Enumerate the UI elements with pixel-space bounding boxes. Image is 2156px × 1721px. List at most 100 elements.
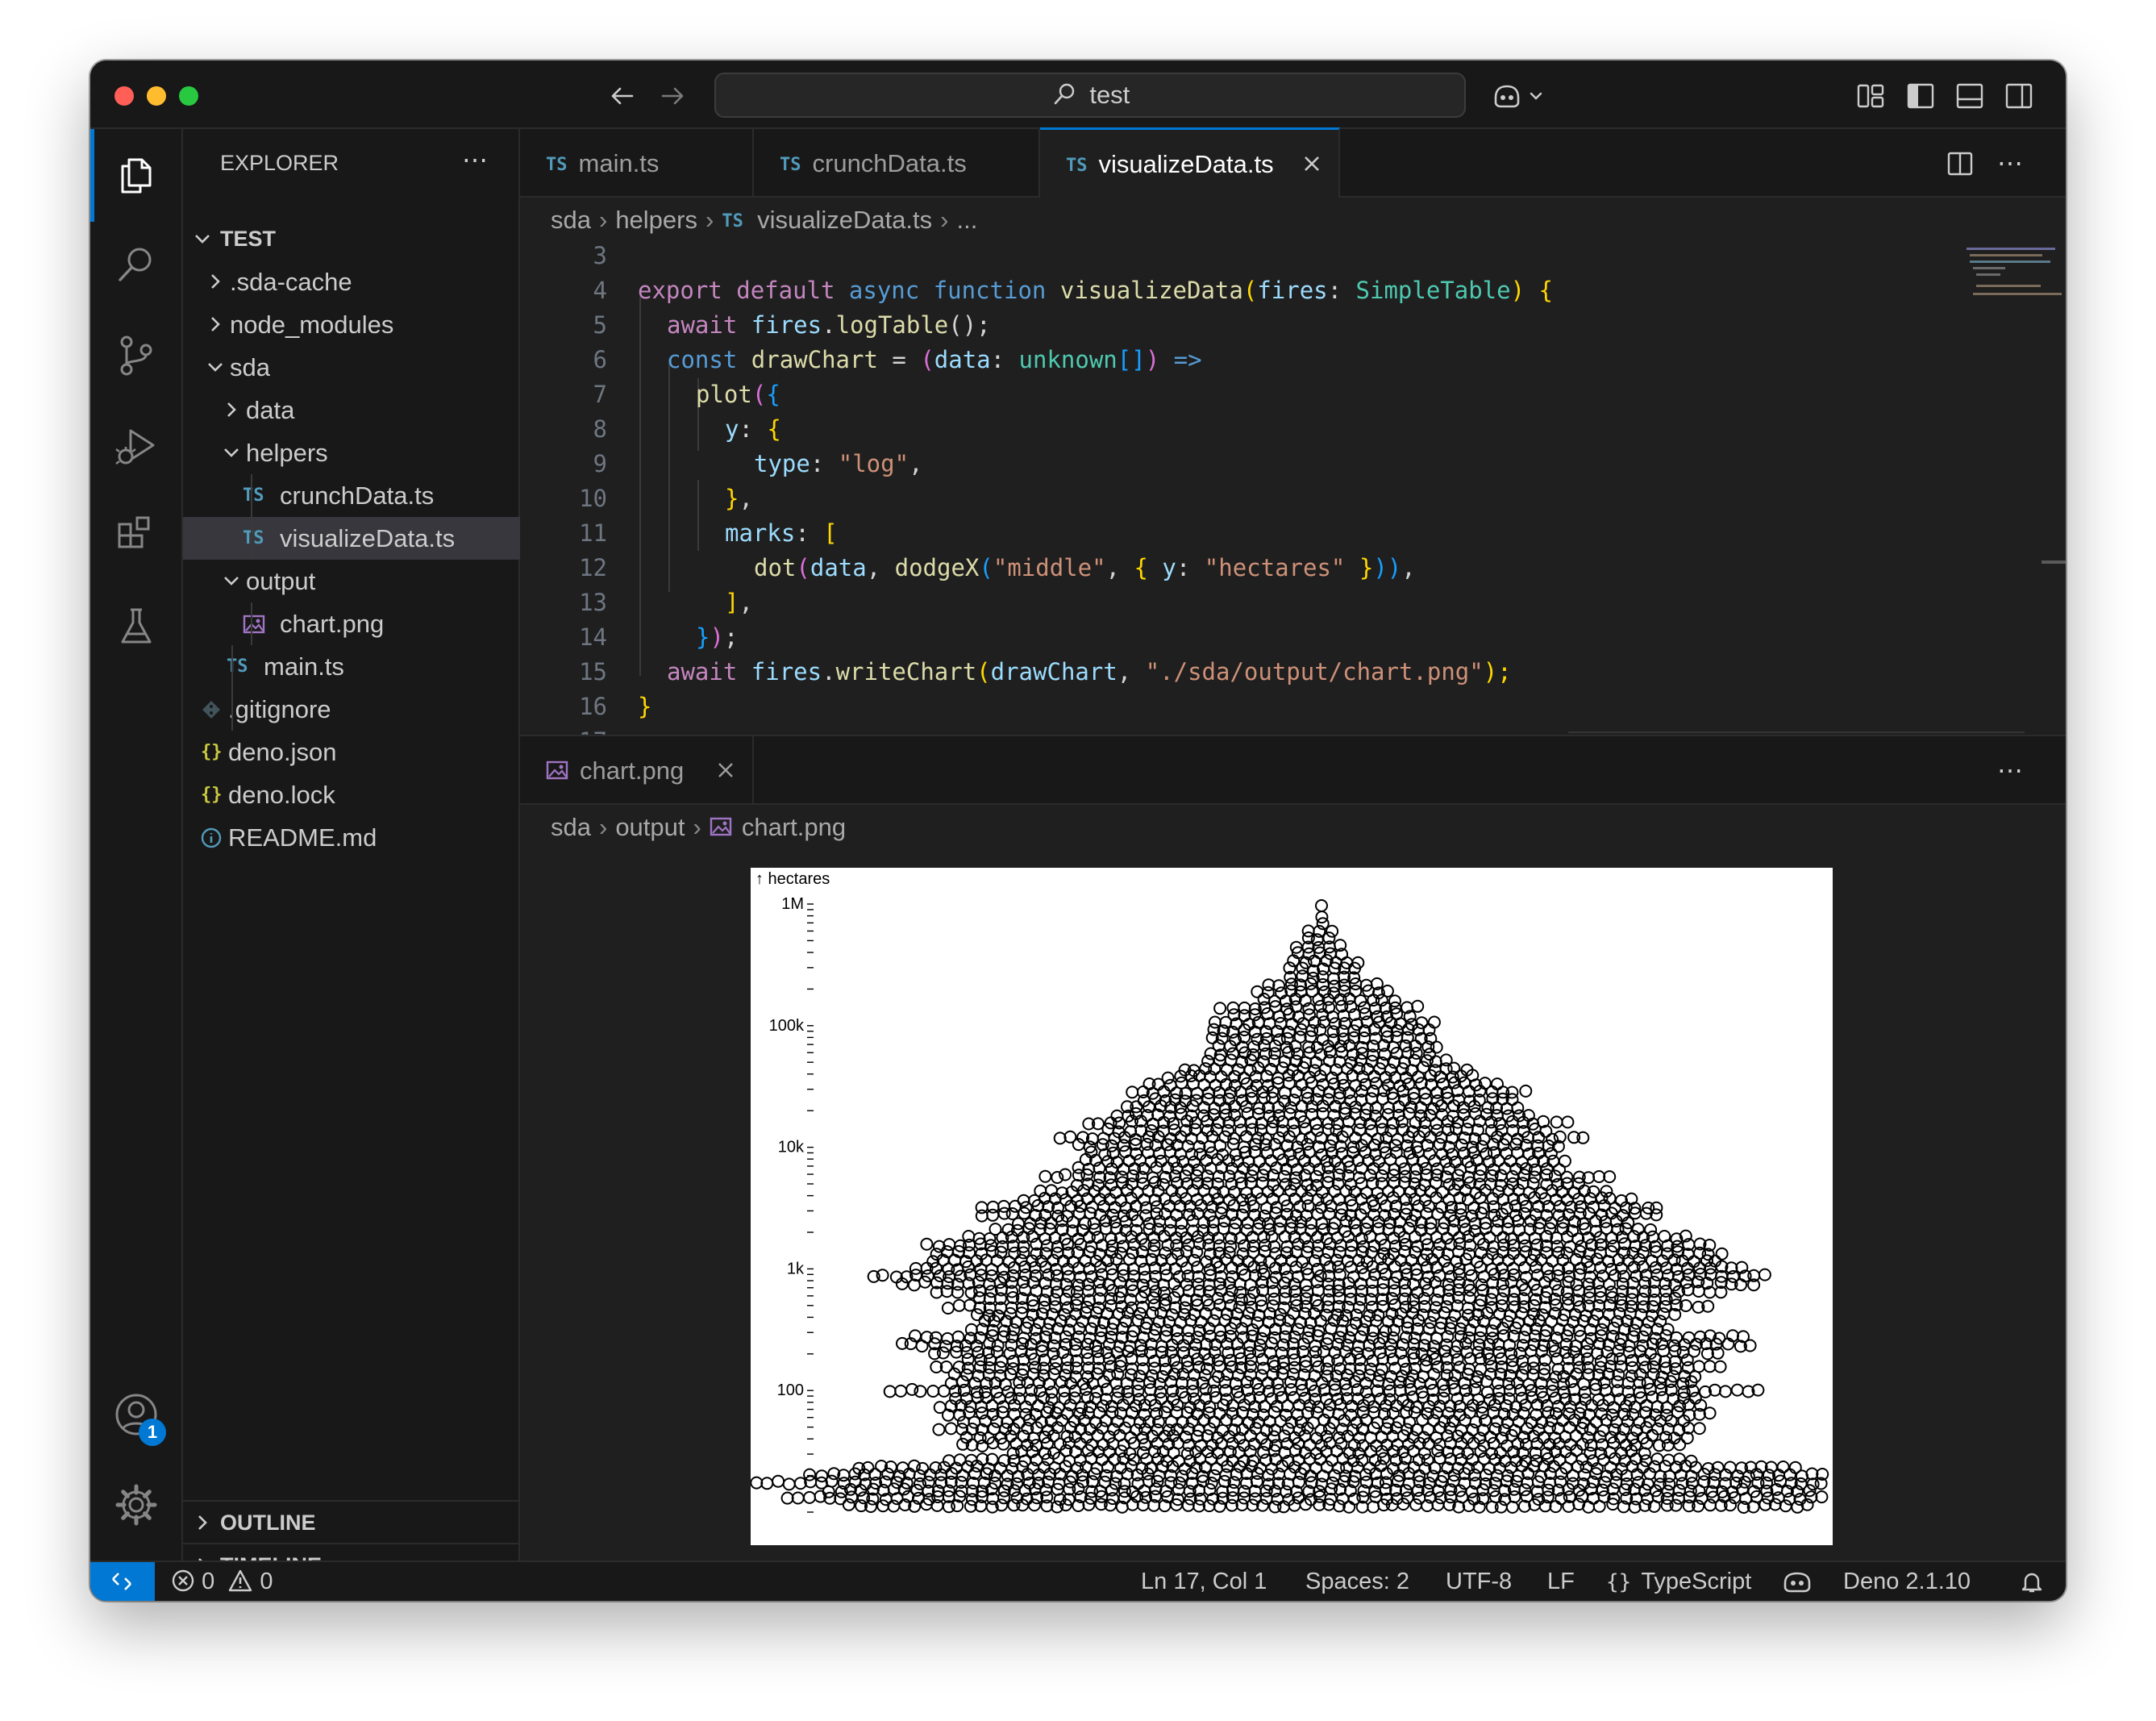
tree-item[interactable]: .gitignore	[183, 688, 520, 731]
toggle-panel-icon[interactable]	[1954, 80, 1986, 112]
chart-image[interactable]: ↑ hectares 1M 100k 10k 1k 100	[751, 868, 1833, 1545]
close-icon[interactable]	[1301, 153, 1322, 174]
tree-item[interactable]: README.md	[183, 816, 520, 859]
extensions-icon[interactable]	[113, 513, 160, 560]
tab-main-ts[interactable]: TS main.ts	[520, 129, 754, 198]
problems-indicator[interactable]: 0 0	[171, 1562, 273, 1601]
encoding[interactable]: UTF-8	[1446, 1562, 1512, 1601]
tree-item[interactable]: TS visualizeData.ts	[183, 517, 520, 560]
data-dot	[1815, 1490, 1829, 1504]
arrow-right-icon[interactable]	[656, 80, 689, 112]
data-dot	[1596, 1453, 1610, 1467]
data-dot	[1760, 1476, 1773, 1490]
timeline-section[interactable]: TIMELINE	[183, 1543, 520, 1577]
data-dot	[1226, 1001, 1240, 1015]
data-dot	[1758, 1268, 1771, 1281]
explorer-icon[interactable]	[113, 152, 160, 198]
breadcrumb-item[interactable]: sda	[551, 813, 591, 841]
tree-item[interactable]: data	[183, 389, 520, 431]
line-number: 13	[579, 589, 607, 616]
tree-item[interactable]: TS crunchData.ts	[183, 474, 520, 517]
deno-version[interactable]: Deno 2.1.10	[1843, 1562, 1971, 1601]
language-mode[interactable]: {} TypeScript	[1606, 1562, 1751, 1601]
breadcrumb-item[interactable]: output	[615, 813, 685, 841]
tree-item[interactable]: chart.png	[183, 602, 520, 645]
end-of-line[interactable]: LF	[1547, 1562, 1575, 1601]
minimize-window-button[interactable]	[147, 86, 166, 106]
y-tick-label: 1M	[781, 895, 804, 913]
search-icon[interactable]	[113, 242, 160, 289]
data-dot	[1461, 1302, 1475, 1315]
braces-icon: {}	[1606, 1570, 1632, 1594]
tab-chart-png[interactable]: chart.png	[520, 736, 754, 805]
tree-item[interactable]: .sda-cache	[183, 260, 520, 303]
data-dot	[1692, 1422, 1706, 1436]
source-control-icon[interactable]	[113, 332, 160, 379]
bell-icon[interactable]	[2020, 1570, 2044, 1594]
data-dot	[1636, 1292, 1650, 1306]
zoom-window-button[interactable]	[179, 86, 198, 106]
panel-more-actions-icon[interactable]: ⋯	[1994, 754, 2026, 786]
tree-item[interactable]: node_modules	[183, 303, 520, 346]
tree-item[interactable]: helpers	[183, 431, 520, 474]
data-dot	[1208, 1469, 1222, 1482]
data-dot	[1546, 1385, 1559, 1398]
editor-more-actions-icon[interactable]: ⋯	[1994, 147, 2026, 179]
copilot-icon[interactable]	[1491, 80, 1547, 112]
breadcrumb-item[interactable]: visualizeData.ts	[757, 206, 932, 234]
split-editor-icon[interactable]	[1945, 148, 1975, 179]
image-file-icon	[546, 760, 568, 780]
minimap[interactable]	[1963, 244, 2066, 309]
tree-item[interactable]: {} deno.json	[183, 731, 520, 773]
data-dot	[1201, 1054, 1215, 1068]
run-debug-icon[interactable]	[113, 423, 160, 469]
breadcrumb-item[interactable]: sda	[551, 206, 591, 234]
arrow-left-icon[interactable]	[606, 80, 639, 112]
data-dot	[926, 1385, 940, 1398]
data-dot	[1638, 1447, 1651, 1461]
gear-icon[interactable]	[113, 1481, 160, 1528]
tree-item[interactable]: {} deno.lock	[183, 773, 520, 816]
toggle-primary-sidebar-icon[interactable]	[1904, 80, 1937, 112]
data-dot	[1650, 1452, 1664, 1466]
remote-indicator[interactable]	[90, 1562, 155, 1601]
data-dot	[1474, 1362, 1488, 1376]
copilot-icon[interactable]	[1781, 1569, 1813, 1595]
data-dot	[1735, 1482, 1749, 1496]
data-dot	[803, 1468, 817, 1481]
data-dot	[1365, 1124, 1379, 1138]
y-axis-label: ↑ hectares	[755, 870, 830, 888]
code-line-14: });	[696, 623, 739, 651]
close-window-button[interactable]	[114, 86, 134, 106]
outline-section[interactable]: OUTLINE	[183, 1500, 520, 1542]
data-dot	[1634, 1308, 1648, 1322]
tree-item[interactable]: TS main.ts	[183, 645, 520, 688]
breadcrumb-item[interactable]: helpers	[615, 206, 697, 234]
testing-icon[interactable]	[113, 603, 160, 650]
tree-root[interactable]: TEST	[183, 218, 520, 260]
more-actions-icon[interactable]: ⋯	[459, 144, 491, 176]
breadcrumb-item[interactable]: chart.png	[742, 813, 846, 841]
data-dot	[1165, 1308, 1179, 1322]
tab-visualizedata-ts[interactable]: TS visualizeData.ts	[1040, 127, 1340, 198]
code-line-13: ],	[725, 589, 753, 616]
tree-item[interactable]: output	[183, 560, 520, 602]
data-dot	[1692, 1360, 1706, 1373]
close-icon[interactable]	[715, 760, 736, 781]
data-dot	[1037, 1391, 1051, 1405]
tree-item[interactable]: sda	[183, 346, 520, 389]
accounts-badge: 1	[139, 1419, 166, 1446]
tab-crunchdata-ts[interactable]: TS crunchData.ts	[754, 129, 1040, 198]
customize-layout-icon[interactable]	[1854, 80, 1887, 112]
indentation[interactable]: Spaces: 2	[1305, 1562, 1409, 1601]
data-dot	[1679, 1276, 1693, 1290]
data-dot	[1657, 1307, 1671, 1321]
cursor-position[interactable]: Ln 17, Col 1	[1141, 1562, 1267, 1601]
line-number: 17	[520, 724, 607, 735]
toggle-secondary-sidebar-icon[interactable]	[2003, 80, 2035, 112]
data-dot	[1676, 1377, 1690, 1390]
command-center-search[interactable]: test	[714, 73, 1466, 118]
breadcrumb-item[interactable]: ...	[956, 206, 977, 234]
data-dot	[1643, 1382, 1657, 1396]
code-editor[interactable]: 3 4 5 6 7 8 9 10 11 12 13 14 15 16 17 export default a…	[520, 243, 2066, 735]
